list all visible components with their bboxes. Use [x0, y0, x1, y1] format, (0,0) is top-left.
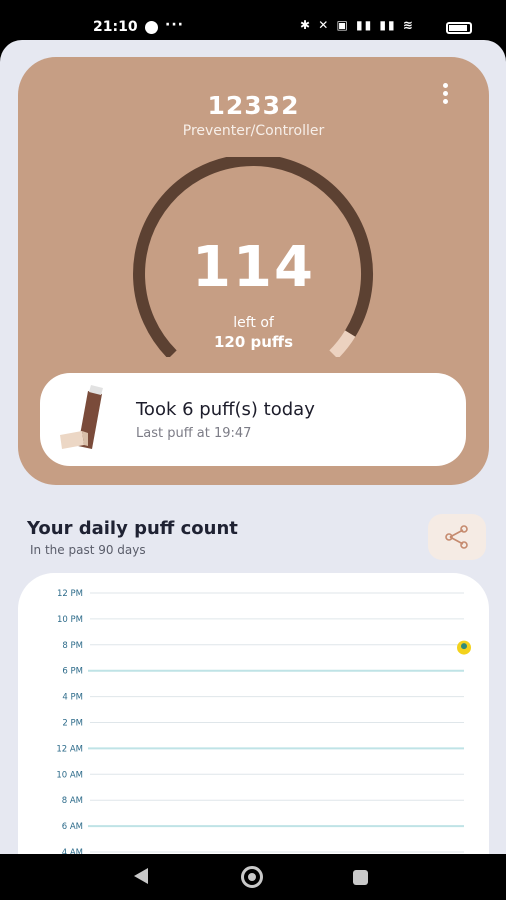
- y-tick-label: 10 AM: [56, 770, 83, 780]
- y-tick-label: 6 PM: [62, 667, 83, 677]
- inhaler-icon: [60, 385, 103, 449]
- app-screen: 12332 Preventer/Controller 114 left of 1…: [0, 40, 506, 854]
- inhaler-name: 12332: [207, 91, 300, 120]
- daily-puff-count-title: Your daily puff count: [27, 518, 238, 539]
- daily-puff-count-subtitle: In the past 90 days: [30, 543, 146, 557]
- y-tick-label: 12 AM: [56, 744, 83, 754]
- last-puff-time: Last puff at 19:47: [136, 426, 252, 441]
- remaining-puffs: 114: [192, 235, 315, 300]
- share-button[interactable]: [428, 514, 486, 560]
- home-icon[interactable]: [241, 866, 263, 888]
- left-of-label: left of: [233, 315, 274, 331]
- y-tick-label: 8 PM: [62, 641, 83, 651]
- puff-count-chart-card: 12 PM 10 PM 8 PM 6 PM 4 PM 2 PM 12 AM 10 AM 8 AM…: [18, 573, 489, 854]
- inhaler-type: Preventer/Controller: [182, 123, 325, 139]
- messenger-icon: [145, 21, 158, 34]
- y-tick-label: 2 PM: [62, 719, 83, 729]
- y-tick-label: 6 AM: [62, 822, 83, 832]
- recents-icon[interactable]: [353, 870, 368, 885]
- battery-icon: [446, 22, 472, 34]
- android-nav-bar: [0, 854, 506, 900]
- total-puffs: 120 puffs: [213, 333, 294, 351]
- data-point: [457, 640, 471, 655]
- puffs-today-text: Took 6 puff(s) today: [136, 399, 315, 420]
- today-summary-card[interactable]: Took 6 puff(s) today Last puff at 19:47: [40, 373, 466, 466]
- status-bar: 21:10 ··· ✱ ✕ ▣ ▮▮ ▮▮ ≋: [0, 0, 506, 40]
- back-icon[interactable]: [134, 868, 148, 884]
- puff-count-chart: 12 PM 10 PM 8 PM 6 PM 4 PM 2 PM 12 AM 10 AM 8 AM…: [56, 589, 471, 854]
- y-tick-label: 4 PM: [62, 693, 83, 703]
- more-icon: ···: [165, 17, 184, 33]
- share-icon: [445, 525, 468, 549]
- status-icons: ✱ ✕ ▣ ▮▮ ▮▮ ≋: [300, 18, 415, 32]
- y-tick-label: 12 PM: [57, 589, 83, 599]
- inhaler-card[interactable]: 12332 Preventer/Controller 114 left of 1…: [18, 57, 489, 485]
- status-time: 21:10: [93, 19, 138, 35]
- y-tick-label: 8 AM: [62, 796, 83, 806]
- y-tick-label: 10 PM: [57, 615, 83, 625]
